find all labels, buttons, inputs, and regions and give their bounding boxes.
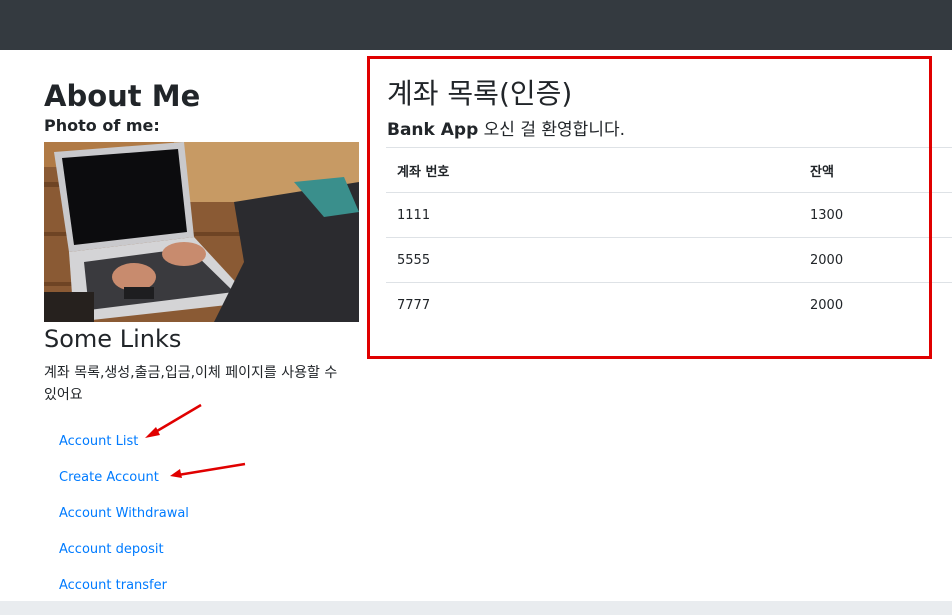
create-account-link[interactable]: Create Account xyxy=(59,470,159,485)
link-item-account-list: Account List xyxy=(59,422,360,458)
account-deposit-link[interactable]: Account deposit xyxy=(59,542,164,557)
link-item-account-transfer: Account transfer xyxy=(59,566,360,602)
link-item-account-deposit: Account deposit xyxy=(59,530,360,566)
annotation-highlight-box xyxy=(367,56,932,359)
link-item-create-account: Create Account xyxy=(59,458,360,494)
links-title: Some Links xyxy=(44,325,182,353)
account-transfer-link[interactable]: Account transfer xyxy=(59,578,167,593)
top-navbar xyxy=(0,0,952,50)
account-withdrawal-link[interactable]: Account Withdrawal xyxy=(59,506,189,521)
sidebar: About Me Photo of me: Some Links 계좌 목록,생… xyxy=(44,78,360,602)
account-list-link[interactable]: Account List xyxy=(59,434,138,449)
account-links-list: Account List Create Account Account With… xyxy=(44,422,360,602)
profile-photo xyxy=(44,142,359,322)
links-description: 계좌 목록,생성,출금,입금,이체 페이지를 사용할 수 있어요 xyxy=(44,365,338,403)
link-item-account-withdrawal: Account Withdrawal xyxy=(59,494,360,530)
footer-bar xyxy=(0,601,952,615)
photo-label: Photo of me: xyxy=(44,116,160,135)
about-title: About Me xyxy=(44,79,201,113)
